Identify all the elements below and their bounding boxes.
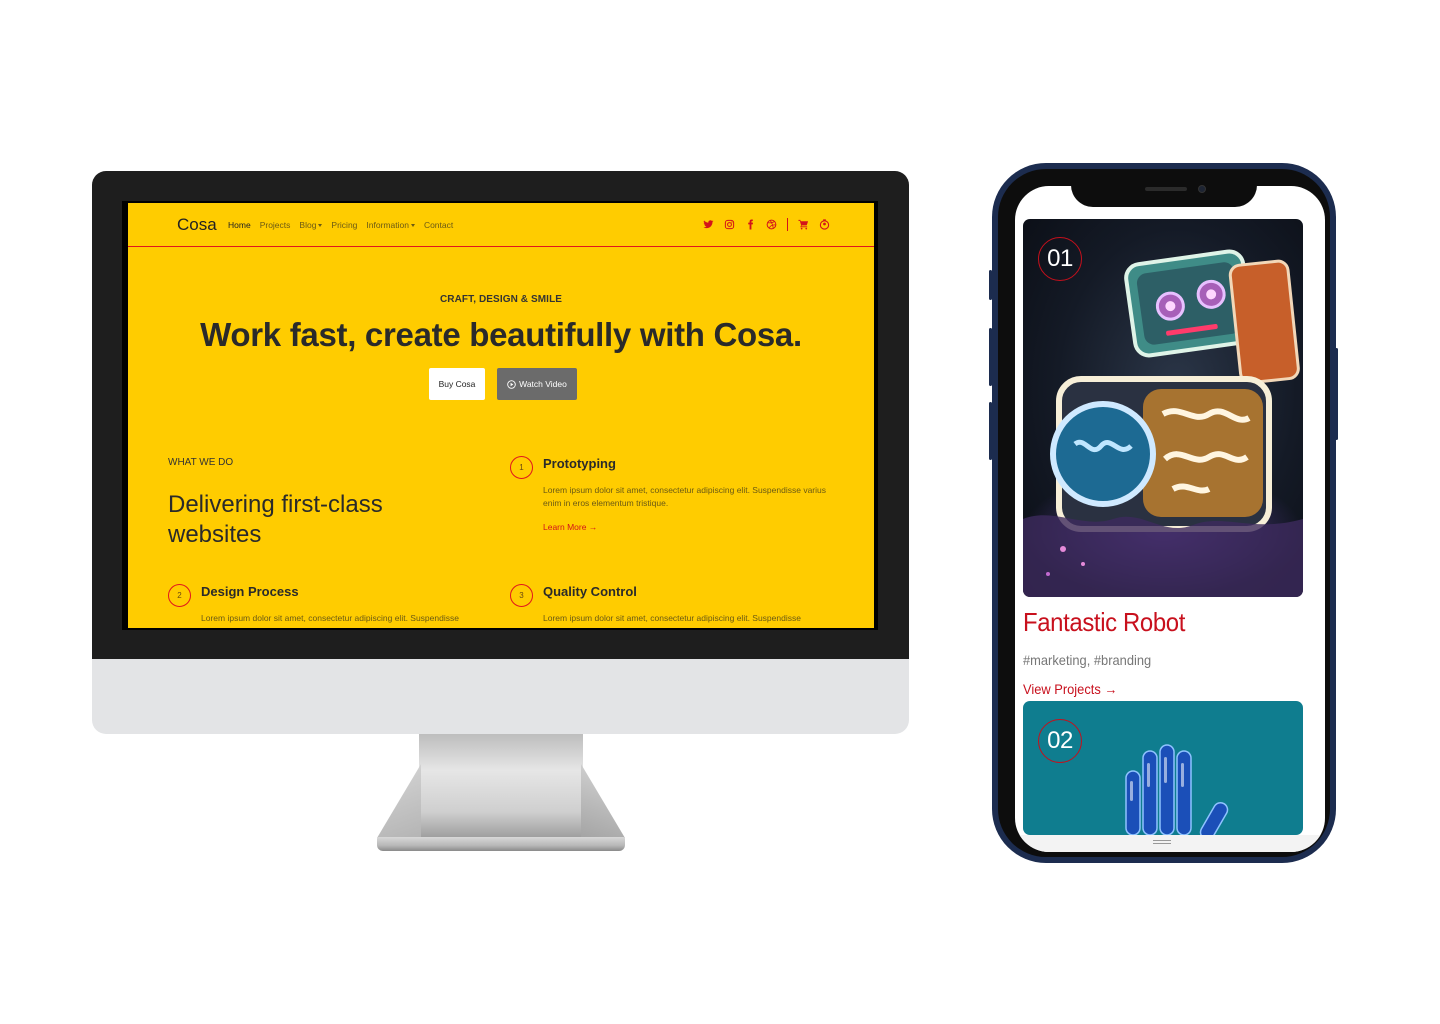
user-icon[interactable] bbox=[819, 219, 830, 230]
feature-title: Prototyping bbox=[543, 456, 616, 471]
nav-link-information[interactable]: Information bbox=[366, 220, 415, 230]
section-label: WHAT WE DO bbox=[168, 457, 234, 468]
project-card-image[interactable]: 02 bbox=[1023, 701, 1303, 835]
section-title: Delivering first-class websites bbox=[168, 491, 383, 548]
nav-icons bbox=[703, 218, 830, 231]
feature-number: 3 bbox=[510, 584, 533, 607]
navbar: Cosa Home Projects Blog Pricing Informat… bbox=[128, 203, 874, 247]
imac-foot bbox=[377, 837, 625, 851]
home-indicator-bar bbox=[1015, 835, 1325, 852]
cart-icon[interactable] bbox=[798, 219, 809, 230]
camera-icon bbox=[1198, 185, 1206, 193]
dribbble-icon[interactable] bbox=[766, 219, 777, 230]
feature-text: Lorem ipsum dolor sit amet, consectetur … bbox=[543, 613, 801, 623]
project-card-image[interactable]: 01 bbox=[1023, 219, 1303, 597]
nav-link-pricing[interactable]: Pricing bbox=[331, 220, 357, 230]
nav-link-home[interactable]: Home bbox=[228, 220, 251, 230]
nav-link-contact[interactable]: Contact bbox=[424, 220, 453, 230]
nav-link-projects[interactable]: Projects bbox=[260, 220, 291, 230]
nav-links: Home Projects Blog Pricing Information C… bbox=[228, 220, 453, 230]
twitter-icon[interactable] bbox=[703, 219, 714, 230]
facebook-icon[interactable] bbox=[745, 219, 756, 230]
nav-link-information-label: Information bbox=[366, 220, 409, 230]
iphone-mockup: 01 Fantastic Robot #marketing, #branding… bbox=[992, 163, 1336, 863]
feature-number: 1 bbox=[510, 456, 533, 479]
feature-title: Design Process bbox=[201, 584, 299, 599]
watch-video-label: Watch Video bbox=[519, 379, 567, 389]
play-icon bbox=[507, 379, 516, 389]
desktop-website: Cosa Home Projects Blog Pricing Informat… bbox=[128, 203, 874, 628]
buy-button-label: Buy Cosa bbox=[438, 379, 476, 389]
nav-link-blog[interactable]: Blog bbox=[299, 220, 323, 230]
feature-text: Lorem ipsum dolor sit amet, consectetur … bbox=[543, 485, 826, 508]
chevron-down-icon bbox=[318, 224, 323, 228]
learn-more-link[interactable]: Learn More → bbox=[543, 522, 597, 532]
feature-number: 2 bbox=[168, 584, 191, 607]
nav-divider bbox=[787, 218, 788, 231]
buy-button[interactable]: Buy Cosa bbox=[429, 368, 485, 400]
project-title[interactable]: Fantastic Robot bbox=[1023, 607, 1185, 638]
imac-stand bbox=[419, 734, 583, 838]
phone-bezel: 01 Fantastic Robot #marketing, #branding… bbox=[998, 169, 1330, 857]
brand-logo[interactable]: Cosa bbox=[177, 215, 217, 235]
nav-link-blog-label: Blog bbox=[299, 220, 317, 230]
project-tags: #marketing, #branding bbox=[1023, 652, 1152, 668]
project-number: 02 bbox=[1038, 719, 1082, 763]
imac-chin bbox=[92, 659, 909, 734]
phone-speaker bbox=[1145, 187, 1187, 191]
feature-title: Quality Control bbox=[543, 584, 637, 599]
instagram-icon[interactable] bbox=[724, 219, 735, 230]
watch-video-button[interactable]: Watch Video bbox=[497, 368, 577, 400]
hero-eyebrow: CRAFT, DESIGN & SMILE bbox=[439, 294, 563, 305]
feature-text: Lorem ipsum dolor sit amet, consectetur … bbox=[201, 613, 459, 623]
view-projects-link[interactable]: View Projects → bbox=[1023, 681, 1117, 697]
mobile-screen: 01 Fantastic Robot #marketing, #branding… bbox=[1015, 186, 1325, 852]
chevron-down-icon bbox=[410, 224, 415, 228]
hero-title: Work fast, create beautifully with Cosa. bbox=[200, 316, 802, 353]
desktop-screen: Cosa Home Projects Blog Pricing Informat… bbox=[122, 201, 878, 630]
project-number: 01 bbox=[1038, 237, 1082, 281]
